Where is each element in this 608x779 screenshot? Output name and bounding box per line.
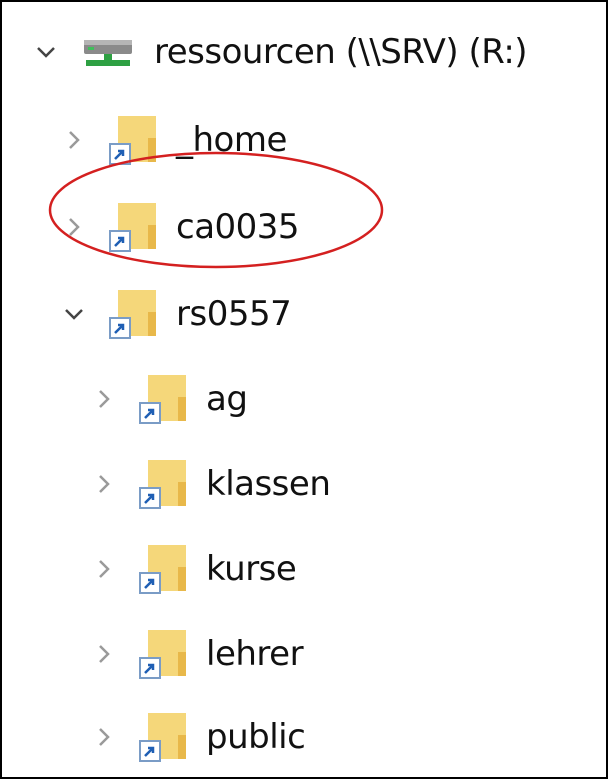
folder-tree-panel: ressourcen (\\SRV) (R:) _home ca0035 rs0…	[0, 0, 608, 779]
chevron-right-icon[interactable]	[90, 385, 118, 413]
tree-item-label: public	[206, 717, 306, 757]
chevron-down-icon[interactable]	[32, 38, 60, 66]
tree-item-lehrer[interactable]: lehrer	[90, 619, 304, 689]
chevron-right-icon[interactable]	[60, 213, 88, 241]
tree-item-rs0557[interactable]: rs0557	[60, 279, 292, 349]
tree-item-kurse[interactable]: kurse	[90, 534, 297, 604]
tree-item-label: ressourcen (\\SRV) (R:)	[154, 32, 528, 72]
folder-shortcut-icon	[138, 373, 190, 425]
folder-shortcut-icon	[138, 458, 190, 510]
tree-item-label: rs0557	[176, 294, 292, 334]
tree-item-label: kurse	[206, 549, 297, 589]
tree-item-label: ca0035	[176, 207, 300, 247]
folder-shortcut-icon	[108, 201, 160, 253]
tree-item-root[interactable]: ressourcen (\\SRV) (R:)	[32, 17, 528, 87]
folder-shortcut-icon	[138, 711, 190, 763]
tree-item-home[interactable]: _home	[60, 105, 287, 175]
chevron-right-icon[interactable]	[90, 555, 118, 583]
folder-shortcut-icon	[138, 543, 190, 595]
tree-item-ag[interactable]: ag	[90, 364, 248, 434]
folder-shortcut-icon	[138, 628, 190, 680]
tree-item-ca0035[interactable]: ca0035	[60, 192, 300, 262]
folder-shortcut-icon	[108, 114, 160, 166]
tree-item-label: klassen	[206, 464, 331, 504]
tree-item-public[interactable]: public	[90, 702, 306, 772]
chevron-down-icon[interactable]	[60, 300, 88, 328]
chevron-right-icon[interactable]	[90, 470, 118, 498]
chevron-right-icon[interactable]	[90, 723, 118, 751]
chevron-right-icon[interactable]	[60, 126, 88, 154]
folder-shortcut-icon	[108, 288, 160, 340]
network-drive-icon	[80, 34, 136, 70]
chevron-right-icon[interactable]	[90, 640, 118, 668]
tree-item-klassen[interactable]: klassen	[90, 449, 331, 519]
tree-item-label: lehrer	[206, 634, 304, 674]
tree-item-label: _home	[176, 120, 287, 160]
tree-item-label: ag	[206, 379, 248, 419]
folder-tree: ressourcen (\\SRV) (R:) _home ca0035 rs0…	[2, 2, 606, 777]
